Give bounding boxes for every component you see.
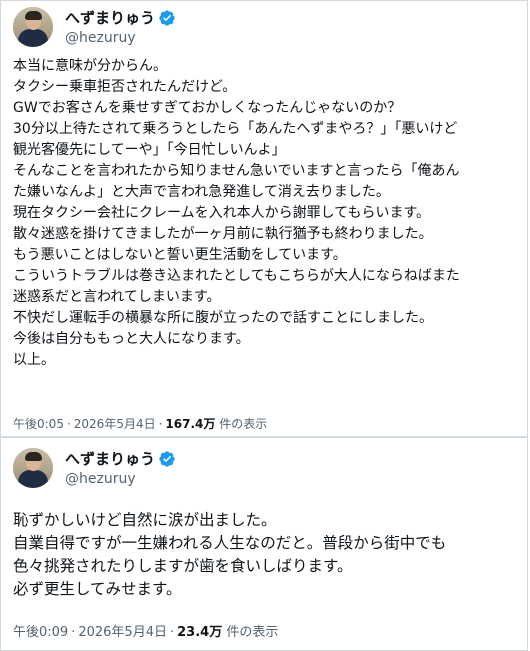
avatar[interactable] [13, 448, 53, 488]
tweet-line: 以上。 [13, 352, 55, 368]
tweet-line: 観光客優先にしてーや」「今日忙しいんよ」 [13, 142, 286, 158]
verified-badge-icon [159, 450, 175, 467]
tweet-meta: 午後0:05 · 2026年5月4日 · 167.4万 件の表示 [13, 416, 267, 432]
handle[interactable]: @hezuruy [65, 29, 176, 47]
tweet-line: 散々迷惑を掛けてきましたが一ヶ月前に執行猶予も終わりました。 [13, 226, 433, 242]
tweet-line: 迷惑系だと言われてしまいます。 [13, 289, 221, 305]
tweet-line: 今後は自分ももっと大人になります。 [13, 331, 250, 347]
author-info: へずまりゅう @hezuruy [65, 7, 176, 47]
views-count[interactable]: 23.4万 [177, 625, 222, 640]
views-label: 件の表示 [219, 417, 268, 431]
author-info: へずまりゅう @hezuruy [65, 448, 176, 488]
display-name[interactable]: へずまりゅう [65, 449, 155, 469]
tweet-line: 30分以上待たされて乗ろうとしたら「あんたへずまやろ？」「悪いけど [13, 121, 458, 137]
tweet-line: 恥ずかしいけど自然に涙が出ました。 [13, 511, 277, 529]
tweet-line: 不快だし運転手の横暴な所に腹が立ったので話すことにしました。 [13, 310, 433, 326]
meta-separator: · [169, 625, 175, 640]
tweet-line: もう悪いことはしないと誓い更生活動をしています。 [13, 247, 347, 263]
views-count[interactable]: 167.4万 [165, 417, 215, 431]
verified-badge-icon [159, 9, 175, 26]
tweet-line: 本当に意味が分からん。 [13, 58, 167, 74]
tweet-line: そんなことを言われたから知りません急いでいますと言ったら「俺あん [13, 163, 460, 179]
tweet-card[interactable]: へずまりゅう @hezuruy 本当に意味が分からん。 タクシー乗車拒否されたん… [0, 0, 528, 437]
tweet-meta: 午後0:09 · 2026年5月4日 · 23.4万 件の表示 [13, 625, 278, 641]
tweet-line: 現在タクシー会社にクレームを入れ本人から謝罪してもらいます。 [13, 205, 431, 221]
tweet-text: 本当に意味が分からん。 タクシー乗車拒否されたんだけど。 GWでお客さんを乗せす… [13, 56, 518, 371]
meta-separator: · [66, 417, 71, 431]
tweet-line: こういうトラブルは巻き込まれたとしてもこちらが大人にならねばまた [13, 268, 460, 284]
display-name[interactable]: へずまりゅう [65, 8, 155, 28]
meta-separator: · [158, 417, 163, 431]
tweet-line: 必ず更生してみせます。 [13, 580, 182, 598]
tweet-line: タクシー乗車拒否されたんだけど。 [13, 79, 237, 95]
tweet-date[interactable]: 2026年5月4日 [78, 625, 167, 640]
tweet-line: GWでお客さんを乗せすぎておかしくなったんじゃないのか？ [13, 100, 402, 116]
meta-separator: · [71, 625, 76, 640]
tweet-date[interactable]: 2026年5月4日 [74, 417, 156, 431]
tweet-line: 自業自得ですが一生嫌われる人生なのだと。普段から街中でも [13, 534, 447, 552]
tweet-time[interactable]: 午後0:05 [13, 417, 64, 431]
views-label: 件の表示 [226, 625, 279, 640]
tweet-card[interactable]: へずまりゅう @hezuruy 恥ずかしいけど自然に涙が出ました。 自業自得です… [0, 437, 528, 651]
avatar[interactable] [13, 7, 53, 47]
tweet-line: 色々挑発されたりしますが歯を食いしばります。 [13, 557, 353, 575]
tweet-text: 恥ずかしいけど自然に涙が出ました。 自業自得ですが一生嫌われる人生なのだと。普段… [13, 509, 518, 601]
tweet-time[interactable]: 午後0:09 [13, 625, 68, 640]
handle[interactable]: @hezuruy [65, 470, 176, 488]
tweet-line: た嫌いなんよ」と大声で言われ急発進して消え去りました。 [13, 184, 390, 200]
